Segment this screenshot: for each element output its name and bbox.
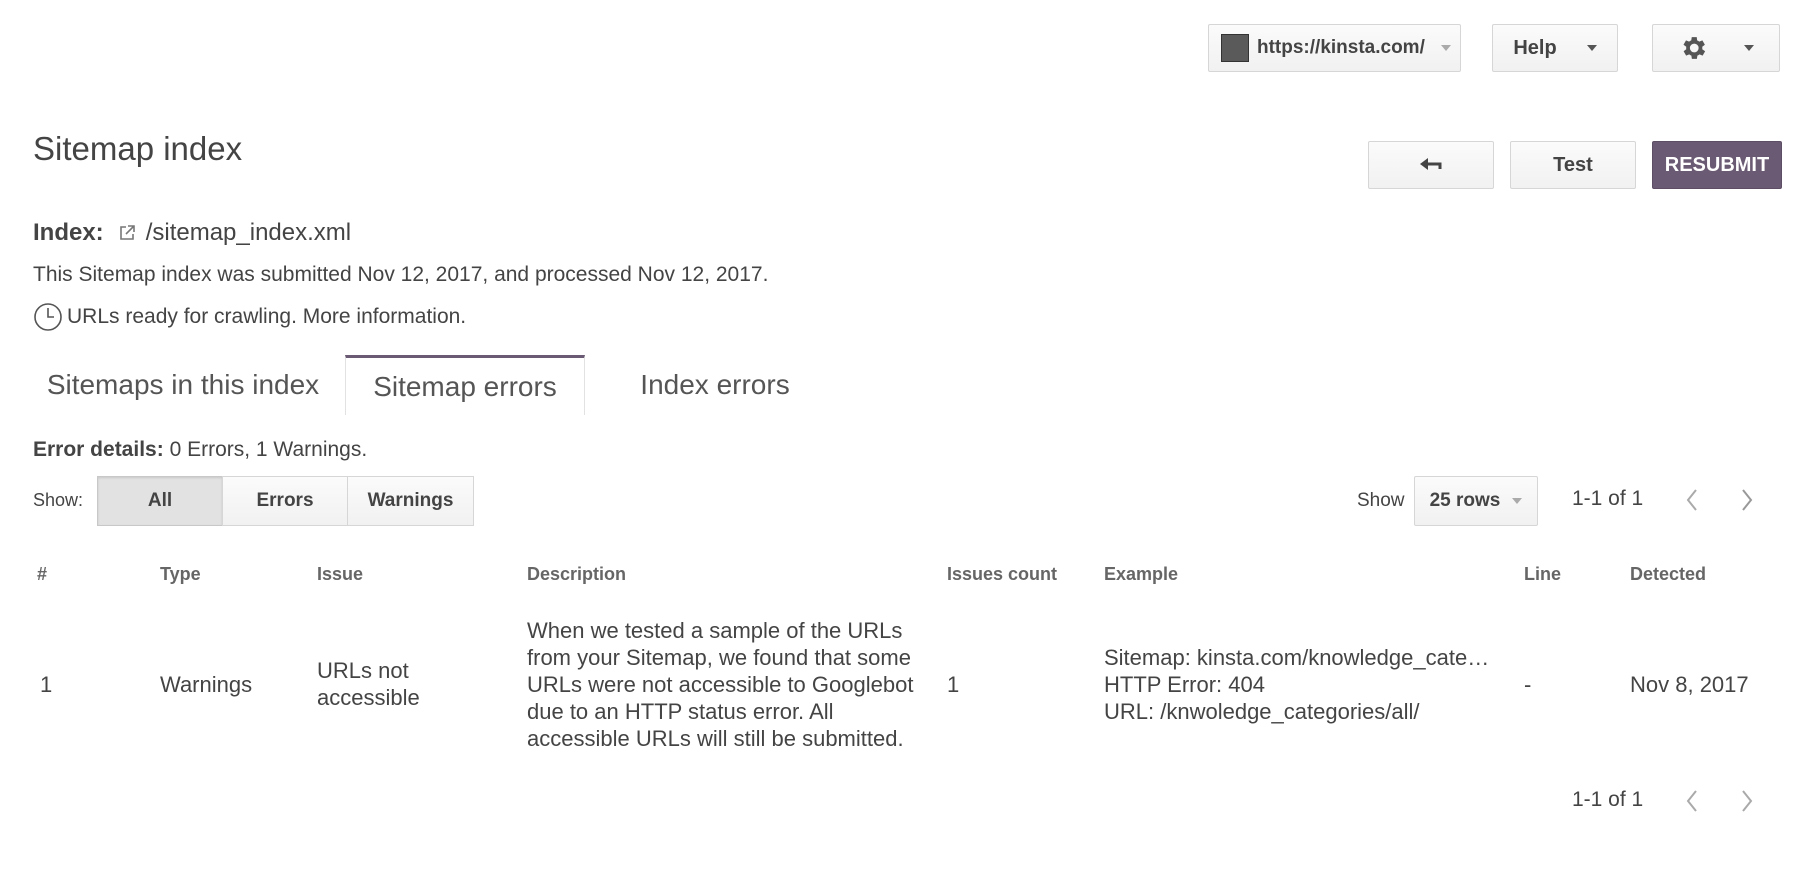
help-button[interactable]: Help xyxy=(1492,24,1618,72)
cell-example-line[interactable]: Sitemap: kinsta.com/knowledge_cate… xyxy=(1104,644,1489,671)
filter-all-button[interactable]: All xyxy=(97,476,223,526)
test-button[interactable]: Test xyxy=(1510,141,1636,189)
cell-description-line: When we tested a sample of the URLs xyxy=(527,618,903,643)
settings-button[interactable] xyxy=(1652,24,1780,72)
cell-detected: Nov 8, 2017 xyxy=(1630,672,1749,697)
rows-per-page-select[interactable]: 25 rows xyxy=(1414,476,1538,526)
cell-example-line: URL: /knwoledge_categories/all/ xyxy=(1104,699,1420,724)
rows-value: 25 rows xyxy=(1429,490,1501,511)
ready-text[interactable]: URLs ready for crawling. More informatio… xyxy=(67,305,466,329)
col-header-number: # xyxy=(37,564,48,584)
submitted-info: This Sitemap index was submitted Nov 12,… xyxy=(33,263,769,286)
tab-index-errors[interactable]: Index errors xyxy=(610,355,820,415)
cell-description-line: accessible URLs will still be submitted. xyxy=(527,726,904,751)
resubmit-label: RESUBMIT xyxy=(1664,153,1770,176)
rows-show-label: Show xyxy=(1357,490,1405,511)
test-label: Test xyxy=(1553,153,1593,176)
col-header-issue[interactable]: Issue xyxy=(317,564,363,585)
tab-sitemap-errors[interactable]: Sitemap errors xyxy=(345,355,585,415)
chevron-down-icon xyxy=(1512,498,1523,504)
page-title: Sitemap index xyxy=(33,130,243,167)
chevron-down-icon xyxy=(1440,45,1451,51)
clock-icon xyxy=(33,302,63,332)
index-path[interactable]: /sitemap_index.xml xyxy=(146,219,351,247)
cell-description-line: from your Sitemap, we found that some xyxy=(527,645,911,670)
chevron-right-icon[interactable] xyxy=(1737,788,1757,820)
cell-number: 1 xyxy=(40,672,53,697)
cell-issue-line: accessible xyxy=(317,685,420,710)
cell-description: When we tested a sample of the URLs from… xyxy=(527,617,913,752)
site-selector[interactable]: https://kinsta.com/ xyxy=(1208,24,1461,72)
cell-example[interactable]: Sitemap: kinsta.com/knowledge_cate… HTTP… xyxy=(1104,644,1489,725)
page-range: 1-1 of 1 xyxy=(1572,487,1644,510)
cell-issue: URLs not accessible xyxy=(317,657,420,711)
col-header-description: Description xyxy=(527,564,627,584)
chevron-right-icon[interactable] xyxy=(1737,487,1757,519)
chevron-left-icon[interactable] xyxy=(1682,788,1702,820)
tab-sitemaps-in-index[interactable]: Sitemaps in this index xyxy=(33,355,333,415)
resubmit-button[interactable]: RESUBMIT xyxy=(1652,141,1782,189)
index-label: Index: xyxy=(33,219,104,246)
back-arrow-icon xyxy=(1418,155,1444,175)
back-button[interactable] xyxy=(1368,141,1494,189)
help-label: Help xyxy=(1513,36,1557,59)
site-url: https://kinsta.com/ xyxy=(1257,37,1425,58)
col-header-detected[interactable]: Detected xyxy=(1630,564,1706,585)
filter-errors-button[interactable]: Errors xyxy=(222,476,348,526)
col-header-example: Example xyxy=(1104,564,1179,584)
ready-line: URLs ready for crawling. More informatio… xyxy=(33,302,466,332)
show-label: Show: xyxy=(33,490,84,510)
cell-description-line: due to an HTTP status error. All xyxy=(527,699,834,724)
gear-icon xyxy=(1678,33,1708,63)
col-header-type[interactable]: Type xyxy=(160,564,201,585)
cell-example-line: HTTP Error: 404 xyxy=(1104,672,1265,697)
error-details: Error details: 0 Errors, 1 Warnings. xyxy=(33,438,367,462)
chevron-down-icon xyxy=(1586,45,1597,51)
error-details-label: Error details: xyxy=(33,438,164,461)
external-link-icon[interactable] xyxy=(118,224,136,242)
cell-issue-line: URLs not xyxy=(317,658,409,683)
error-details-summary: 0 Errors, 1 Warnings. xyxy=(169,438,368,461)
index-line: Index: /sitemap_index.xml xyxy=(33,219,351,247)
col-header-line[interactable]: Line xyxy=(1524,564,1561,585)
cell-description-line: URLs were not accessible to Googlebot xyxy=(527,672,914,697)
page-range-bottom: 1-1 of 1 xyxy=(1572,788,1644,811)
filter-warnings-button[interactable]: Warnings xyxy=(347,476,474,526)
cell-line: - xyxy=(1524,672,1532,697)
col-header-issues-count[interactable]: Issues count xyxy=(947,564,1057,585)
chevron-left-icon[interactable] xyxy=(1682,487,1702,519)
cell-type: Warnings xyxy=(160,672,253,697)
chevron-down-icon xyxy=(1744,45,1754,51)
site-favicon-icon xyxy=(1221,34,1249,62)
cell-issues-count: 1 xyxy=(947,672,960,697)
